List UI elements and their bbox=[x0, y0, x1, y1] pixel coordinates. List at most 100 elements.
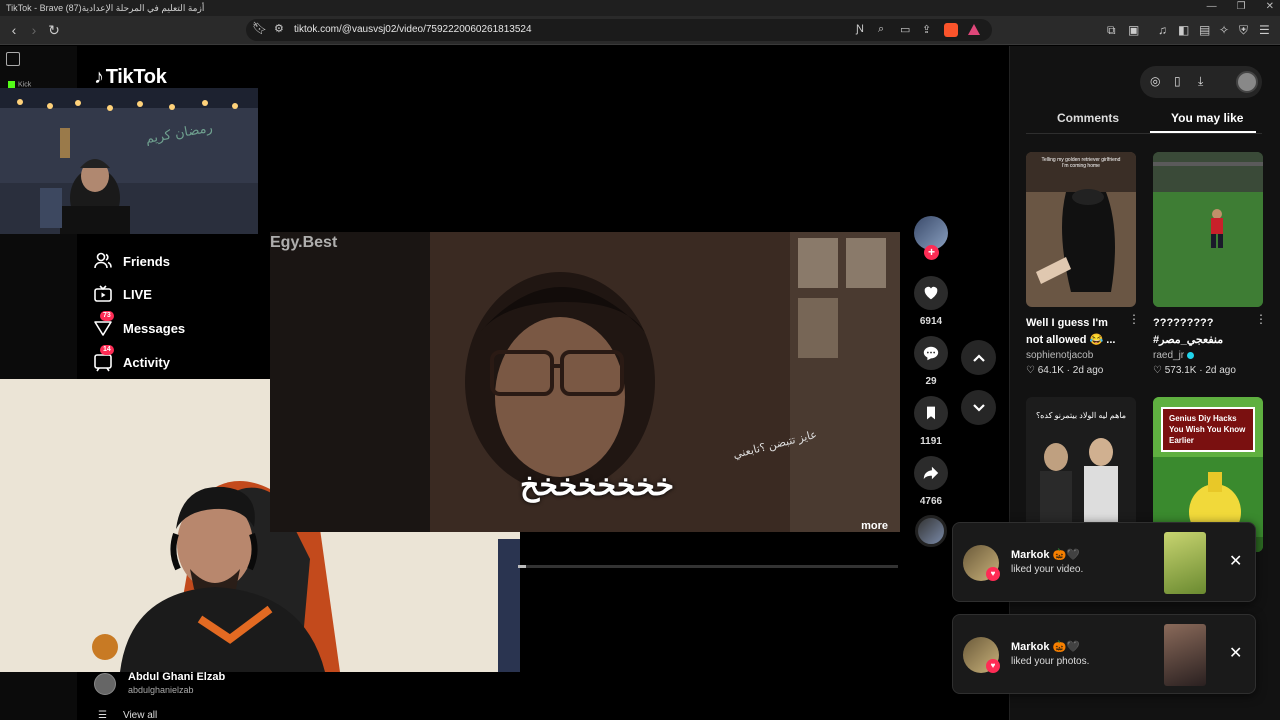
video-meta: ♡ 573.1K · 2d ago bbox=[1153, 365, 1236, 376]
notification-toast[interactable]: ♥ Markok 🎃🖤 liked your video. ✕ bbox=[952, 522, 1256, 602]
sidebar-item-live[interactable]: LIVE bbox=[93, 283, 152, 305]
follow-plus-icon[interactable]: + bbox=[924, 245, 939, 260]
save-count: 1191 bbox=[920, 436, 942, 447]
restore-icon[interactable]: ❐ bbox=[1237, 1, 1246, 12]
vpn-icon[interactable]: ⛨ bbox=[1239, 23, 1248, 38]
sidebar-item-friends[interactable]: Friends bbox=[93, 250, 170, 272]
brave-shields-icon[interactable] bbox=[944, 23, 958, 37]
tab-you-may-like[interactable]: You may like bbox=[1171, 111, 1243, 125]
sidebar-item-messages[interactable]: 73 Messages bbox=[93, 311, 186, 339]
browser-toolbar: ‹ › ↻ 🔖︎ ⚙ tiktok.com/@vausvsj02/video/7… bbox=[0, 16, 1280, 45]
comment-icon[interactable] bbox=[914, 336, 948, 370]
site-settings-icon[interactable]: ⚙ bbox=[274, 22, 284, 35]
brave-rewards-icon[interactable] bbox=[968, 24, 980, 35]
device-icon[interactable]: ▯ bbox=[1174, 74, 1181, 88]
menu-icon[interactable]: ☰ bbox=[1259, 23, 1270, 37]
previous-video-button[interactable] bbox=[961, 340, 996, 375]
view-all-link[interactable]: ☰ View all bbox=[98, 710, 157, 720]
streamer-room-image: رمضان كريم bbox=[0, 88, 258, 234]
video-author[interactable]: sophienotjacob bbox=[1026, 350, 1136, 361]
extensions-icon[interactable]: ⧉ bbox=[1107, 23, 1116, 38]
kick-icon bbox=[8, 81, 15, 88]
bookmark-icon[interactable]: 🔖︎ bbox=[252, 21, 267, 35]
sidebar-item-label: LIVE bbox=[123, 286, 152, 302]
notification-toast[interactable]: ♥ Markok 🎃🖤 liked your photos. ✕ bbox=[952, 614, 1256, 694]
list-icon: ☰ bbox=[98, 710, 107, 720]
video-progress-bar[interactable] bbox=[518, 565, 898, 568]
more-options-icon[interactable]: ⋮ bbox=[1255, 312, 1267, 326]
comment-action[interactable]: 29 bbox=[914, 336, 948, 387]
video-caption-big: خخخخخخخخ bbox=[520, 469, 675, 502]
notification-message: liked your photos. bbox=[1011, 656, 1090, 667]
top-right-controls: ◎ ▯ ⤓ bbox=[1140, 66, 1262, 98]
account-handle: abdulghanielzab bbox=[128, 685, 194, 695]
video-title[interactable]: Well I guess I'm not allowed 😂 ... bbox=[1026, 315, 1122, 349]
sidebar-toggle-icon[interactable]: ◧ bbox=[1178, 23, 1189, 37]
heart-badge-icon: ♥ bbox=[986, 567, 1000, 581]
media-icon[interactable]: ♫ bbox=[1158, 23, 1167, 37]
webcam-overlay-top: رمضان كريم bbox=[0, 88, 258, 234]
zoom-icon[interactable]: ⌕ bbox=[878, 23, 884, 36]
next-video-button[interactable] bbox=[961, 390, 996, 425]
view-all-label: View all bbox=[122, 710, 158, 720]
activity-icon: 14 bbox=[93, 345, 114, 372]
tiktok-logo[interactable]: ♪ TikTok bbox=[94, 66, 167, 89]
friends-icon bbox=[93, 251, 113, 271]
forward-icon[interactable]: › bbox=[24, 20, 44, 40]
recommended-video-card[interactable]: Telling my golden retriever girlfriend I… bbox=[1026, 152, 1140, 376]
cast-icon[interactable]: ▭ bbox=[900, 23, 910, 36]
video-thumbnail[interactable] bbox=[1153, 152, 1263, 307]
address-bar[interactable]: 🔖︎ ⚙ tiktok.com/@vausvsj02/video/7592220… bbox=[246, 19, 992, 41]
video-title[interactable]: ????????? #منفعجي_مصر bbox=[1153, 315, 1249, 349]
notification-thumbnail[interactable] bbox=[1164, 532, 1206, 594]
share-arrow-icon[interactable] bbox=[914, 456, 948, 490]
heart-icon[interactable] bbox=[914, 276, 948, 310]
translate-icon[interactable]: Ɲ bbox=[856, 23, 864, 35]
window-title: TikTok - Brave (87)أزمة التعليم في المرح… bbox=[6, 3, 205, 13]
progress-fill bbox=[518, 565, 526, 568]
coins-icon[interactable]: ◎ bbox=[1150, 74, 1160, 88]
share-icon[interactable]: ⇪ bbox=[922, 23, 931, 36]
reload-icon[interactable]: ↻ bbox=[44, 20, 64, 40]
like-action[interactable]: 6914 bbox=[914, 276, 948, 327]
notification-thumbnail[interactable] bbox=[1164, 624, 1206, 686]
heart-badge-icon: ♥ bbox=[986, 659, 1000, 673]
window-titlebar: TikTok - Brave (87)أزمة التعليم في المرح… bbox=[0, 0, 1280, 16]
wallet-icon[interactable]: ▤ bbox=[1199, 23, 1210, 37]
back-icon[interactable]: ‹ bbox=[4, 20, 24, 40]
video-thumbnail[interactable]: Telling my golden retriever girlfriend I… bbox=[1026, 152, 1136, 307]
messages-icon: 73 bbox=[93, 311, 114, 338]
recommended-video-card[interactable]: ????????? #منفعجي_مصر ⋮ raed_jr ♡ 573.1K… bbox=[1153, 152, 1267, 376]
close-icon[interactable]: ✕ bbox=[1229, 551, 1242, 571]
music-disc-icon[interactable] bbox=[915, 515, 947, 547]
sidebar-item-label: Activity bbox=[123, 354, 170, 370]
tab-manager-icon[interactable]: ▣ bbox=[1128, 23, 1139, 37]
active-tab-indicator bbox=[1150, 131, 1256, 133]
video-author-row[interactable]: raed_jr bbox=[1153, 350, 1263, 361]
minimize-icon[interactable]: — bbox=[1207, 1, 1217, 12]
messages-badge: 73 bbox=[100, 311, 114, 321]
close-icon[interactable]: ✕ bbox=[1229, 643, 1242, 663]
bookmark-save-icon[interactable] bbox=[914, 396, 948, 430]
sidebar-item-label: Messages bbox=[123, 320, 186, 336]
video-author: raed_jr bbox=[1153, 350, 1185, 361]
sidebar-panel-icon[interactable] bbox=[6, 52, 20, 66]
chevron-down-icon bbox=[972, 403, 985, 412]
video-age: 2d ago bbox=[1072, 365, 1104, 376]
profile-avatar[interactable] bbox=[1236, 71, 1258, 93]
like-count: 6914 bbox=[919, 316, 943, 327]
more-button[interactable]: more bbox=[861, 520, 888, 532]
tab-comments[interactable]: Comments bbox=[1057, 111, 1119, 125]
close-window-icon[interactable]: ✕ bbox=[1266, 1, 1274, 12]
save-action[interactable]: 1191 bbox=[914, 396, 948, 447]
like-heart-icon: ♡ bbox=[1153, 365, 1165, 376]
url-text[interactable]: tiktok.com/@vausvsj02/video/759222006026… bbox=[294, 24, 532, 35]
video-player[interactable]: Egy.Best عايز تتبضن ؟تابعني خخخخخخخخ mor… bbox=[270, 232, 900, 532]
download-icon[interactable]: ⤓ bbox=[1198, 74, 1203, 89]
leo-ai-icon[interactable]: ✧ bbox=[1219, 23, 1229, 37]
notification-user: Markok 🎃🖤 bbox=[1011, 641, 1080, 653]
sidebar-item-activity[interactable]: 14 Activity bbox=[93, 345, 170, 373]
more-options-icon[interactable]: ⋮ bbox=[1128, 312, 1140, 326]
share-action[interactable]: 4766 bbox=[914, 456, 948, 507]
verified-badge-icon bbox=[1187, 351, 1195, 359]
